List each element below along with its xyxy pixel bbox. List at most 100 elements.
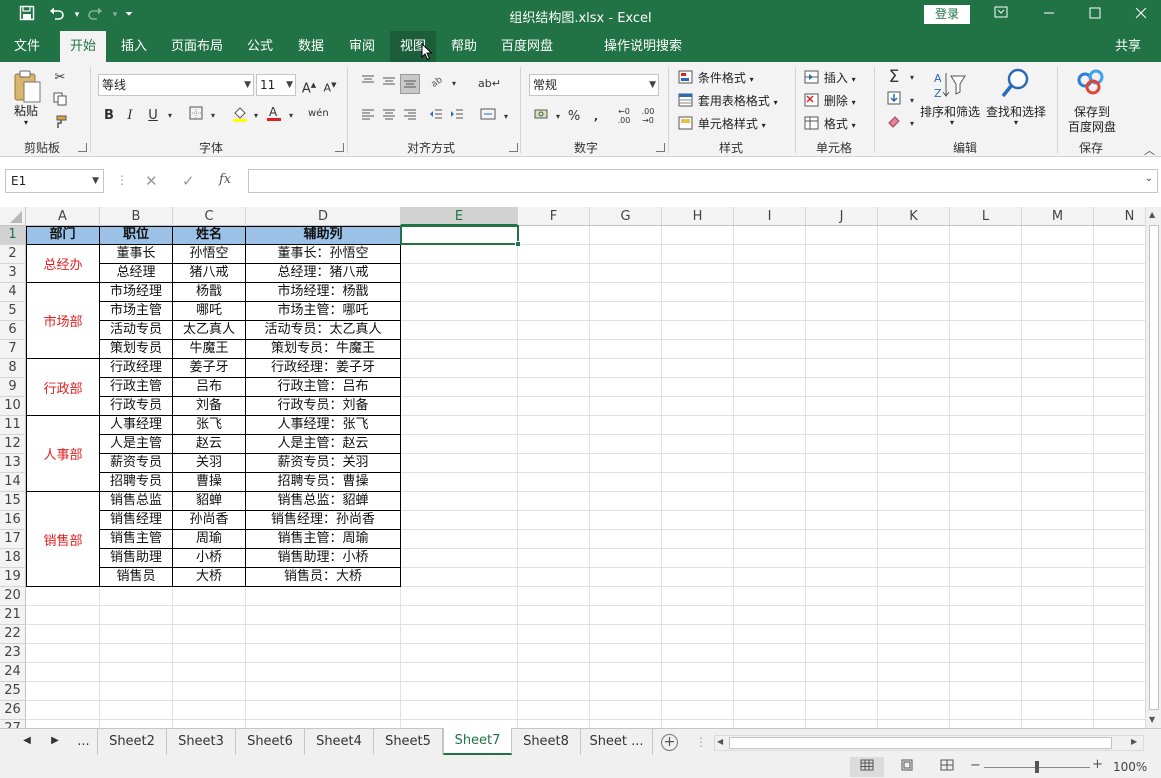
row-header-27[interactable]: 27 <box>0 720 26 728</box>
position-cell[interactable]: 行政主管 <box>100 378 172 397</box>
table-header-cell[interactable]: 部门 <box>26 226 99 245</box>
helper-cell[interactable]: 策划专员：牛魔王 <box>246 340 400 359</box>
position-cell[interactable]: 行政专员 <box>100 397 172 416</box>
row-header-7[interactable]: 7 <box>0 340 26 359</box>
autosum-icon[interactable]: Σ <box>884 67 904 87</box>
department-cell[interactable]: 总经办 <box>26 245 100 282</box>
bold-button[interactable]: B <box>99 106 119 126</box>
maximize-icon[interactable] <box>1080 4 1110 26</box>
position-cell[interactable]: 活动专员 <box>100 321 172 340</box>
vertical-scroll-thumb[interactable] <box>1149 225 1159 710</box>
column-header-j[interactable]: J <box>806 207 878 226</box>
tab-insert[interactable]: 插入 <box>112 31 156 62</box>
tab-formulas[interactable]: 公式 <box>238 31 282 62</box>
align-center-icon[interactable] <box>379 107 399 127</box>
paste-button[interactable]: 粘贴 <box>14 102 38 119</box>
position-cell[interactable]: 总经理 <box>100 264 172 283</box>
name-cell[interactable]: 猪八戒 <box>173 264 245 283</box>
tab-data[interactable]: 数据 <box>289 31 333 62</box>
fill-color-dropdown-icon[interactable]: ▾ <box>246 106 266 126</box>
row-header-19[interactable]: 19 <box>0 568 26 587</box>
number-format-combo[interactable]: 常规 ▼ <box>529 74 659 96</box>
clear-icon[interactable] <box>884 114 904 134</box>
column-header-a[interactable]: A <box>26 207 100 226</box>
format-painter-icon[interactable] <box>50 115 70 135</box>
sheet-tab-more[interactable]: Sheet ... <box>581 729 653 755</box>
sort-filter-dropdown-icon[interactable]: ▾ <box>950 118 954 127</box>
helper-cell[interactable]: 人事经理：张飞 <box>246 416 400 435</box>
position-cell[interactable]: 销售经理 <box>100 511 172 530</box>
helper-cell[interactable]: 销售员：大桥 <box>246 568 400 587</box>
name-cell[interactable]: 孙悟空 <box>173 245 245 264</box>
row-header-12[interactable]: 12 <box>0 435 26 454</box>
next-sheet-icon[interactable]: ▶ <box>48 735 62 746</box>
name-cell[interactable]: 姜子牙 <box>173 359 245 378</box>
font-color-dropdown-icon[interactable]: ▾ <box>281 106 301 126</box>
column-header-f[interactable]: F <box>518 207 590 226</box>
table-header-cell[interactable]: 姓名 <box>173 226 245 245</box>
sheet-tab-sheet4[interactable]: Sheet4 <box>305 729 374 755</box>
helper-cell[interactable]: 行政专员：刘备 <box>246 397 400 416</box>
row-header-9[interactable]: 9 <box>0 378 26 397</box>
helper-cell[interactable]: 销售助理：小桥 <box>246 549 400 568</box>
zoom-in-icon[interactable]: + <box>1092 757 1103 772</box>
more-sheets-left-button[interactable]: ... <box>70 729 98 755</box>
scroll-left-icon[interactable]: ◀ <box>717 737 723 746</box>
department-cell[interactable]: 行政部 <box>26 359 100 415</box>
select-all-corner[interactable] <box>0 207 26 226</box>
helper-cell[interactable]: 董事长：孙悟空 <box>246 245 400 264</box>
align-top-icon[interactable] <box>358 74 378 94</box>
name-cell[interactable]: 杨戬 <box>173 283 245 302</box>
horizontal-scroll-thumb[interactable] <box>729 737 1112 749</box>
helper-cell[interactable]: 市场经理：杨戬 <box>246 283 400 302</box>
sheet-tab-sheet8[interactable]: Sheet8 <box>512 729 581 755</box>
name-cell[interactable]: 赵云 <box>173 435 245 454</box>
font-name-combo[interactable]: 等线 ▼ <box>98 74 254 96</box>
name-cell[interactable]: 周瑜 <box>173 530 245 549</box>
row-header-13[interactable]: 13 <box>0 454 26 473</box>
worksheet-grid[interactable]: ABCDEFGHIJKLMN 1 2 3 4 5 6 7 8 9 10 11 12 13 14 15 16 17… <box>0 207 1161 728</box>
decrease-decimal-icon[interactable]: .00 →0 <box>638 107 658 127</box>
name-cell[interactable]: 刘备 <box>173 397 245 416</box>
clipboard-launcher-icon[interactable] <box>78 143 87 152</box>
name-cell[interactable]: 曹操 <box>173 473 245 492</box>
column-header-c[interactable]: C <box>173 207 246 226</box>
row-header-23[interactable]: 23 <box>0 644 26 663</box>
normal-view-icon[interactable] <box>850 757 884 777</box>
position-cell[interactable]: 行政经理 <box>100 359 172 378</box>
table-header-cell[interactable]: 辅助列 <box>246 226 400 245</box>
tab-page-layout[interactable]: 页面布局 <box>164 31 230 62</box>
conditional-formatting-button[interactable]: 条件格式 ▾ <box>678 69 754 87</box>
page-layout-view-icon[interactable] <box>890 757 924 777</box>
formula-input[interactable]: ⌄ <box>248 169 1158 193</box>
wrap-text-icon[interactable]: ab↵ <box>478 74 501 94</box>
row-header-10[interactable]: 10 <box>0 397 26 416</box>
column-header-l[interactable]: L <box>950 207 1022 226</box>
align-right-icon[interactable] <box>400 107 420 127</box>
row-header-22[interactable]: 22 <box>0 625 26 644</box>
page-break-view-icon[interactable] <box>930 757 964 777</box>
row-header-2[interactable]: 2 <box>0 245 26 264</box>
tab-split-icon[interactable]: ⋮ <box>695 735 707 749</box>
number-launcher-icon[interactable] <box>656 143 665 152</box>
sheet-tab-sheet6[interactable]: Sheet6 <box>236 729 305 755</box>
sheet-tab-sheet7[interactable]: Sheet7 <box>443 728 512 755</box>
column-header-g[interactable]: G <box>590 207 662 226</box>
table-header-cell[interactable]: 职位 <box>100 226 172 245</box>
vertical-scrollbar[interactable]: ▲ ▼ <box>1145 207 1161 728</box>
save-to-baidu-label-2[interactable]: 百度网盘 <box>1068 118 1116 135</box>
insert-function-icon[interactable]: fx <box>219 172 231 187</box>
merge-dropdown-icon[interactable]: ▾ <box>496 107 516 127</box>
helper-cell[interactable]: 活动专员：太乙真人 <box>246 321 400 340</box>
helper-cell[interactable]: 销售经理：孙尚香 <box>246 511 400 530</box>
scroll-right-icon[interactable]: ▶ <box>1131 737 1137 746</box>
format-cells-button[interactable]: 格式 ▾ <box>804 115 856 133</box>
row-header-20[interactable]: 20 <box>0 587 26 606</box>
row-header-17[interactable]: 17 <box>0 530 26 549</box>
fill-dropdown-icon[interactable]: ▾ <box>902 91 922 111</box>
column-header-i[interactable]: I <box>734 207 806 226</box>
align-bottom-icon[interactable] <box>400 74 420 94</box>
sheet-tab-sheet2[interactable]: Sheet2 <box>98 729 167 755</box>
column-header-d[interactable]: D <box>246 207 401 226</box>
position-cell[interactable]: 销售助理 <box>100 549 172 568</box>
